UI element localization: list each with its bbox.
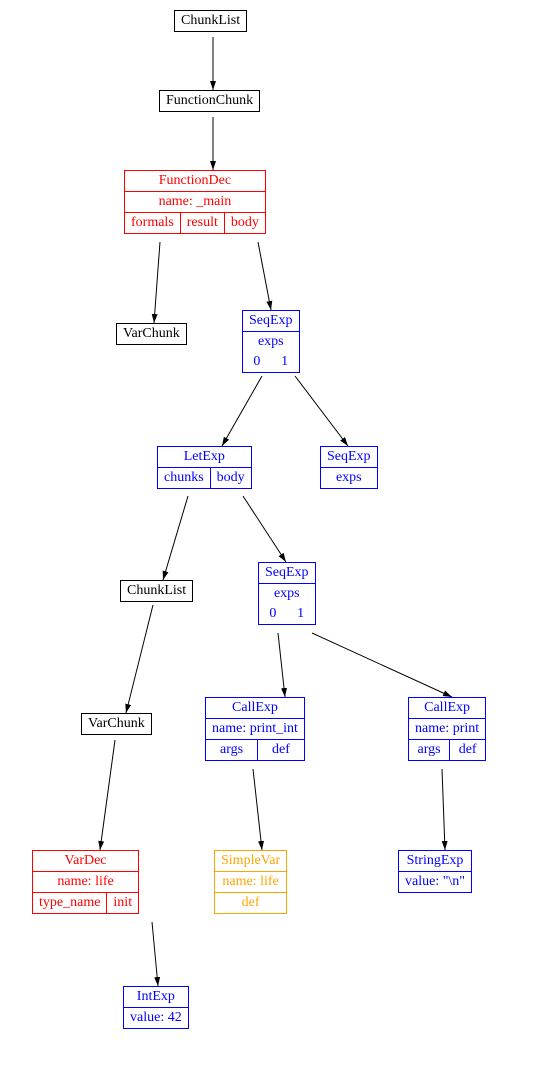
node-port-1: 1 [271, 352, 299, 372]
node-stringexp: StringExp value: "\n" [398, 850, 472, 893]
node-attr-exps: exps [321, 468, 377, 488]
node-letexp: LetExp chunks body [157, 446, 252, 489]
node-port-def: def [215, 893, 286, 913]
node-seqexp-3: SeqExp exps 0 1 [258, 562, 316, 625]
node-title: SimpleVar [215, 851, 286, 871]
node-port-1: 1 [287, 604, 315, 624]
node-attr-exps: exps [243, 332, 299, 352]
node-attr-name: name: _main [125, 192, 265, 212]
node-title: ChunkList [121, 581, 192, 601]
node-functiondec: FunctionDec name: _main formals result b… [124, 170, 266, 234]
node-title: VarChunk [82, 714, 151, 734]
node-vardec: VarDec name: life type_name init [32, 850, 139, 914]
node-title: CallExp [206, 698, 304, 718]
node-title: IntExp [124, 987, 188, 1007]
node-attr-name: name: life [33, 872, 138, 892]
node-chunklist-1: ChunkList [174, 10, 247, 32]
node-seqexp-2: SeqExp exps [320, 446, 378, 489]
node-seqexp-1: SeqExp exps 0 1 [242, 310, 300, 373]
node-title: StringExp [399, 851, 471, 871]
node-title: SeqExp [243, 311, 299, 331]
node-port-body: body [211, 468, 251, 488]
node-attr-exps: exps [259, 584, 315, 604]
node-attr-name: name: life [215, 872, 286, 892]
node-simplevar: SimpleVar name: life def [214, 850, 287, 914]
node-varchunk-2: VarChunk [81, 713, 152, 735]
node-port-init: init [107, 893, 138, 913]
node-port-0: 0 [259, 604, 287, 624]
node-title: VarChunk [117, 324, 186, 344]
node-port-args: args [206, 740, 258, 760]
node-port-result: result [181, 213, 225, 233]
node-title: LetExp [158, 447, 251, 467]
node-title: FunctionDec [125, 171, 265, 191]
node-port-body: body [225, 213, 265, 233]
node-attr-value: value: 42 [124, 1008, 188, 1028]
node-chunklist-2: ChunkList [120, 580, 193, 602]
node-attr-value: value: "\n" [399, 872, 471, 892]
node-port-def: def [258, 740, 304, 760]
node-port-0: 0 [243, 352, 271, 372]
node-title: ChunkList [175, 11, 246, 31]
node-port-chunks: chunks [158, 468, 211, 488]
node-callexp-2: CallExp name: print args def [408, 697, 486, 761]
node-port-def: def [450, 740, 485, 760]
node-title: SeqExp [259, 563, 315, 583]
node-functionchunk: FunctionChunk [159, 90, 260, 112]
node-port-formals: formals [125, 213, 181, 233]
node-title: CallExp [409, 698, 485, 718]
node-title: VarDec [33, 851, 138, 871]
node-varchunk-1: VarChunk [116, 323, 187, 345]
node-port-typename: type_name [33, 893, 107, 913]
node-intexp: IntExp value: 42 [123, 986, 189, 1029]
ast-diagram: ChunkList FunctionChunk FunctionDec name… [0, 0, 546, 1071]
node-port-args: args [409, 740, 450, 760]
node-attr-name: name: print [409, 719, 485, 739]
node-title: FunctionChunk [160, 91, 259, 111]
node-attr-name: name: print_int [206, 719, 304, 739]
node-callexp-1: CallExp name: print_int args def [205, 697, 305, 761]
node-title: SeqExp [321, 447, 377, 467]
